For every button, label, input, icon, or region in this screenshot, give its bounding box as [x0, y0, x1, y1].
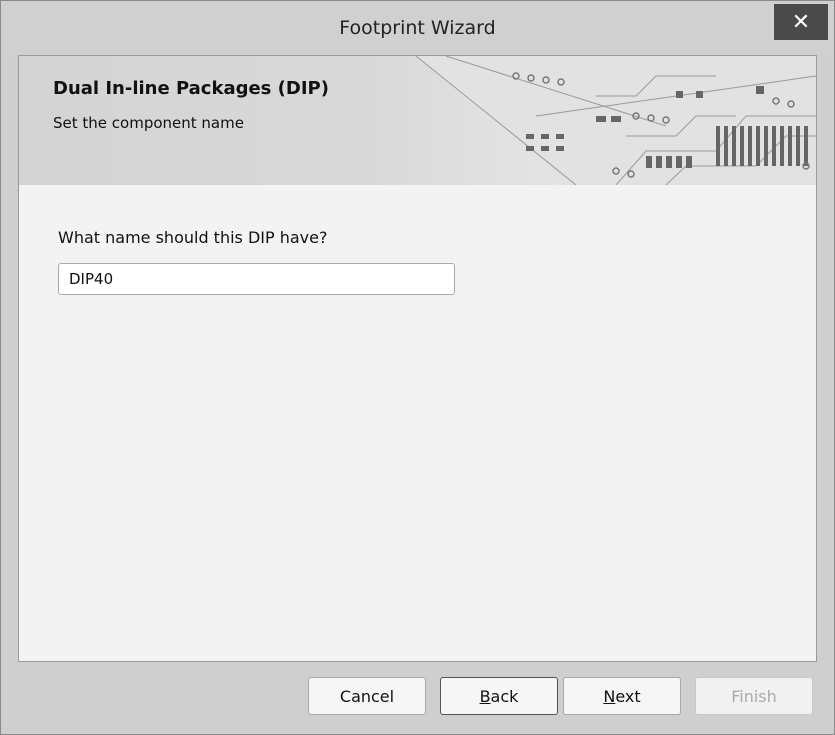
next-mnemonic: N — [603, 686, 616, 706]
cancel-button[interactable]: Cancel — [308, 677, 426, 715]
back-label-rest: ack — [490, 686, 519, 706]
title-bar[interactable]: Footprint Wizard ✕ — [1, 1, 834, 55]
page-subtitle: Set the component name — [53, 114, 244, 132]
close-button[interactable]: ✕ — [774, 4, 828, 40]
header-banner: Dual In-line Packages (DIP) Set the comp… — [19, 56, 816, 185]
name-prompt-label: What name should this DIP have? — [58, 228, 328, 247]
finish-label: Finish — [731, 686, 777, 706]
back-button[interactable]: Back — [440, 677, 558, 715]
next-button[interactable]: Next — [563, 677, 681, 715]
back-label: Back — [480, 687, 519, 706]
page-title: Dual In-line Packages (DIP) — [53, 78, 329, 99]
pcb-circuit-icon — [416, 56, 816, 185]
window-title: Footprint Wizard — [339, 17, 496, 39]
back-mnemonic: B — [479, 686, 491, 706]
wizard-page: Dual In-line Packages (DIP) Set the comp… — [18, 55, 817, 662]
close-icon: ✕ — [791, 9, 811, 35]
finish-button[interactable]: Finish — [695, 677, 813, 715]
footprint-wizard-window: Footprint Wizard ✕ Dual In-line Packages… — [0, 0, 835, 735]
component-name-input[interactable]: DIP40 — [58, 263, 455, 295]
cancel-label: Cancel — [339, 686, 395, 706]
next-label: Next — [603, 687, 640, 706]
next-label-rest: ext — [615, 686, 641, 706]
